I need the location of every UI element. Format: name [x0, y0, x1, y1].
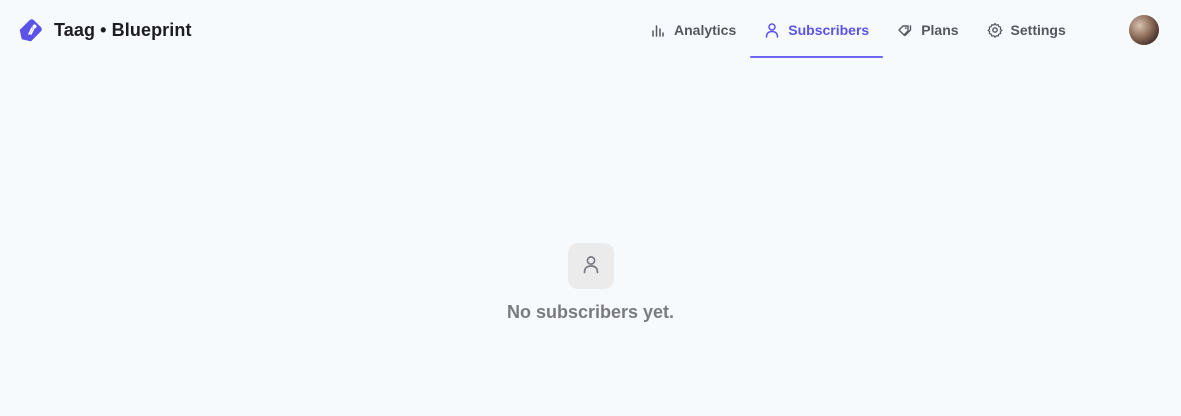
nav-label-settings: Settings [1010, 22, 1066, 38]
gear-icon [987, 22, 1003, 38]
empty-state: No subscribers yet. [0, 243, 1181, 323]
nav-label-subscribers: Subscribers [788, 22, 870, 38]
empty-state-message: No subscribers yet. [506, 302, 675, 322]
main-nav: Analytics Subscribers Plans Settings [636, 0, 1080, 60]
avatar[interactable] [1129, 15, 1159, 45]
nav-label-plans: Plans [921, 22, 959, 38]
top-navigation-bar: Taag • Blueprint Analytics Subscribers P… [0, 0, 1181, 60]
user-icon [581, 254, 601, 279]
nav-item-plans[interactable]: Plans [883, 11, 972, 49]
nav-item-subscribers[interactable]: Subscribers [750, 11, 884, 58]
nav-label-analytics: Analytics [674, 22, 737, 38]
tags-icon [897, 22, 913, 38]
nav-item-settings[interactable]: Settings [973, 11, 1080, 49]
brand[interactable]: Taag • Blueprint [16, 14, 192, 46]
user-icon [764, 22, 780, 38]
tag-icon [16, 15, 46, 45]
brand-name: Taag • Blueprint [54, 19, 192, 40]
bar-chart-icon [650, 22, 666, 38]
nav-item-analytics[interactable]: Analytics [636, 11, 750, 49]
empty-state-icon-box [567, 243, 614, 289]
